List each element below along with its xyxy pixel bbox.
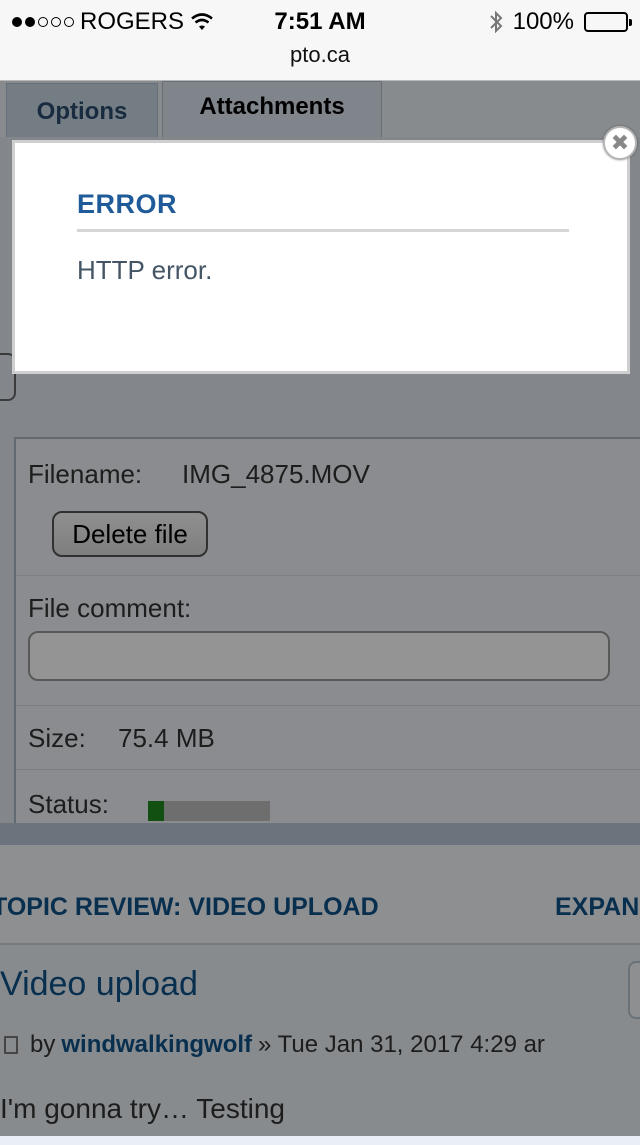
error-dialog: ERROR HTTP error. — [12, 140, 630, 374]
battery-percent: 100% — [512, 8, 574, 35]
close-icon[interactable]: ✖ — [603, 126, 637, 160]
error-message: HTTP error. — [77, 255, 213, 285]
error-divider — [77, 229, 569, 232]
bluetooth-icon — [489, 10, 503, 34]
status-bar: ROGERS 7:51 AM 100% — [0, 0, 640, 40]
battery-icon — [584, 12, 632, 32]
status-right: 100% — [489, 8, 632, 36]
url-text: pto.ca — [290, 42, 350, 67]
error-title: ERROR — [77, 189, 178, 219]
url-bar[interactable]: pto.ca — [0, 40, 640, 81]
